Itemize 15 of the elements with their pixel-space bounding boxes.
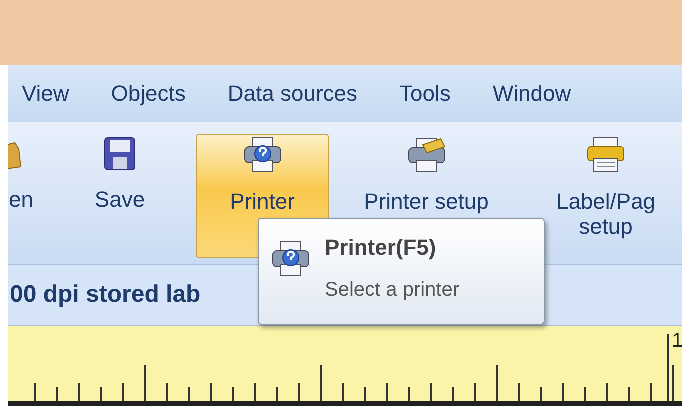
menu-item[interactable]: Objects [111, 80, 186, 106]
toolbar-button[interactable]: en [8, 134, 56, 258]
printer-question-icon [242, 137, 282, 173]
printer-question-icon [271, 241, 311, 277]
ruler-label: 1 [672, 330, 682, 353]
printer-icon [406, 137, 446, 173]
printer-icon [586, 137, 626, 173]
toolbar-button[interactable]: Save [56, 134, 184, 258]
label-info: 00 dpi stored lab [9, 281, 201, 309]
menu-item[interactable]: Tools [400, 80, 451, 106]
menu-item[interactable]: View [22, 80, 70, 106]
tooltip-description: Select a printer [325, 279, 460, 302]
menu-item[interactable]: Window [492, 80, 572, 106]
ruler-marker [667, 334, 669, 401]
menu-item[interactable]: Data sources [228, 80, 358, 106]
